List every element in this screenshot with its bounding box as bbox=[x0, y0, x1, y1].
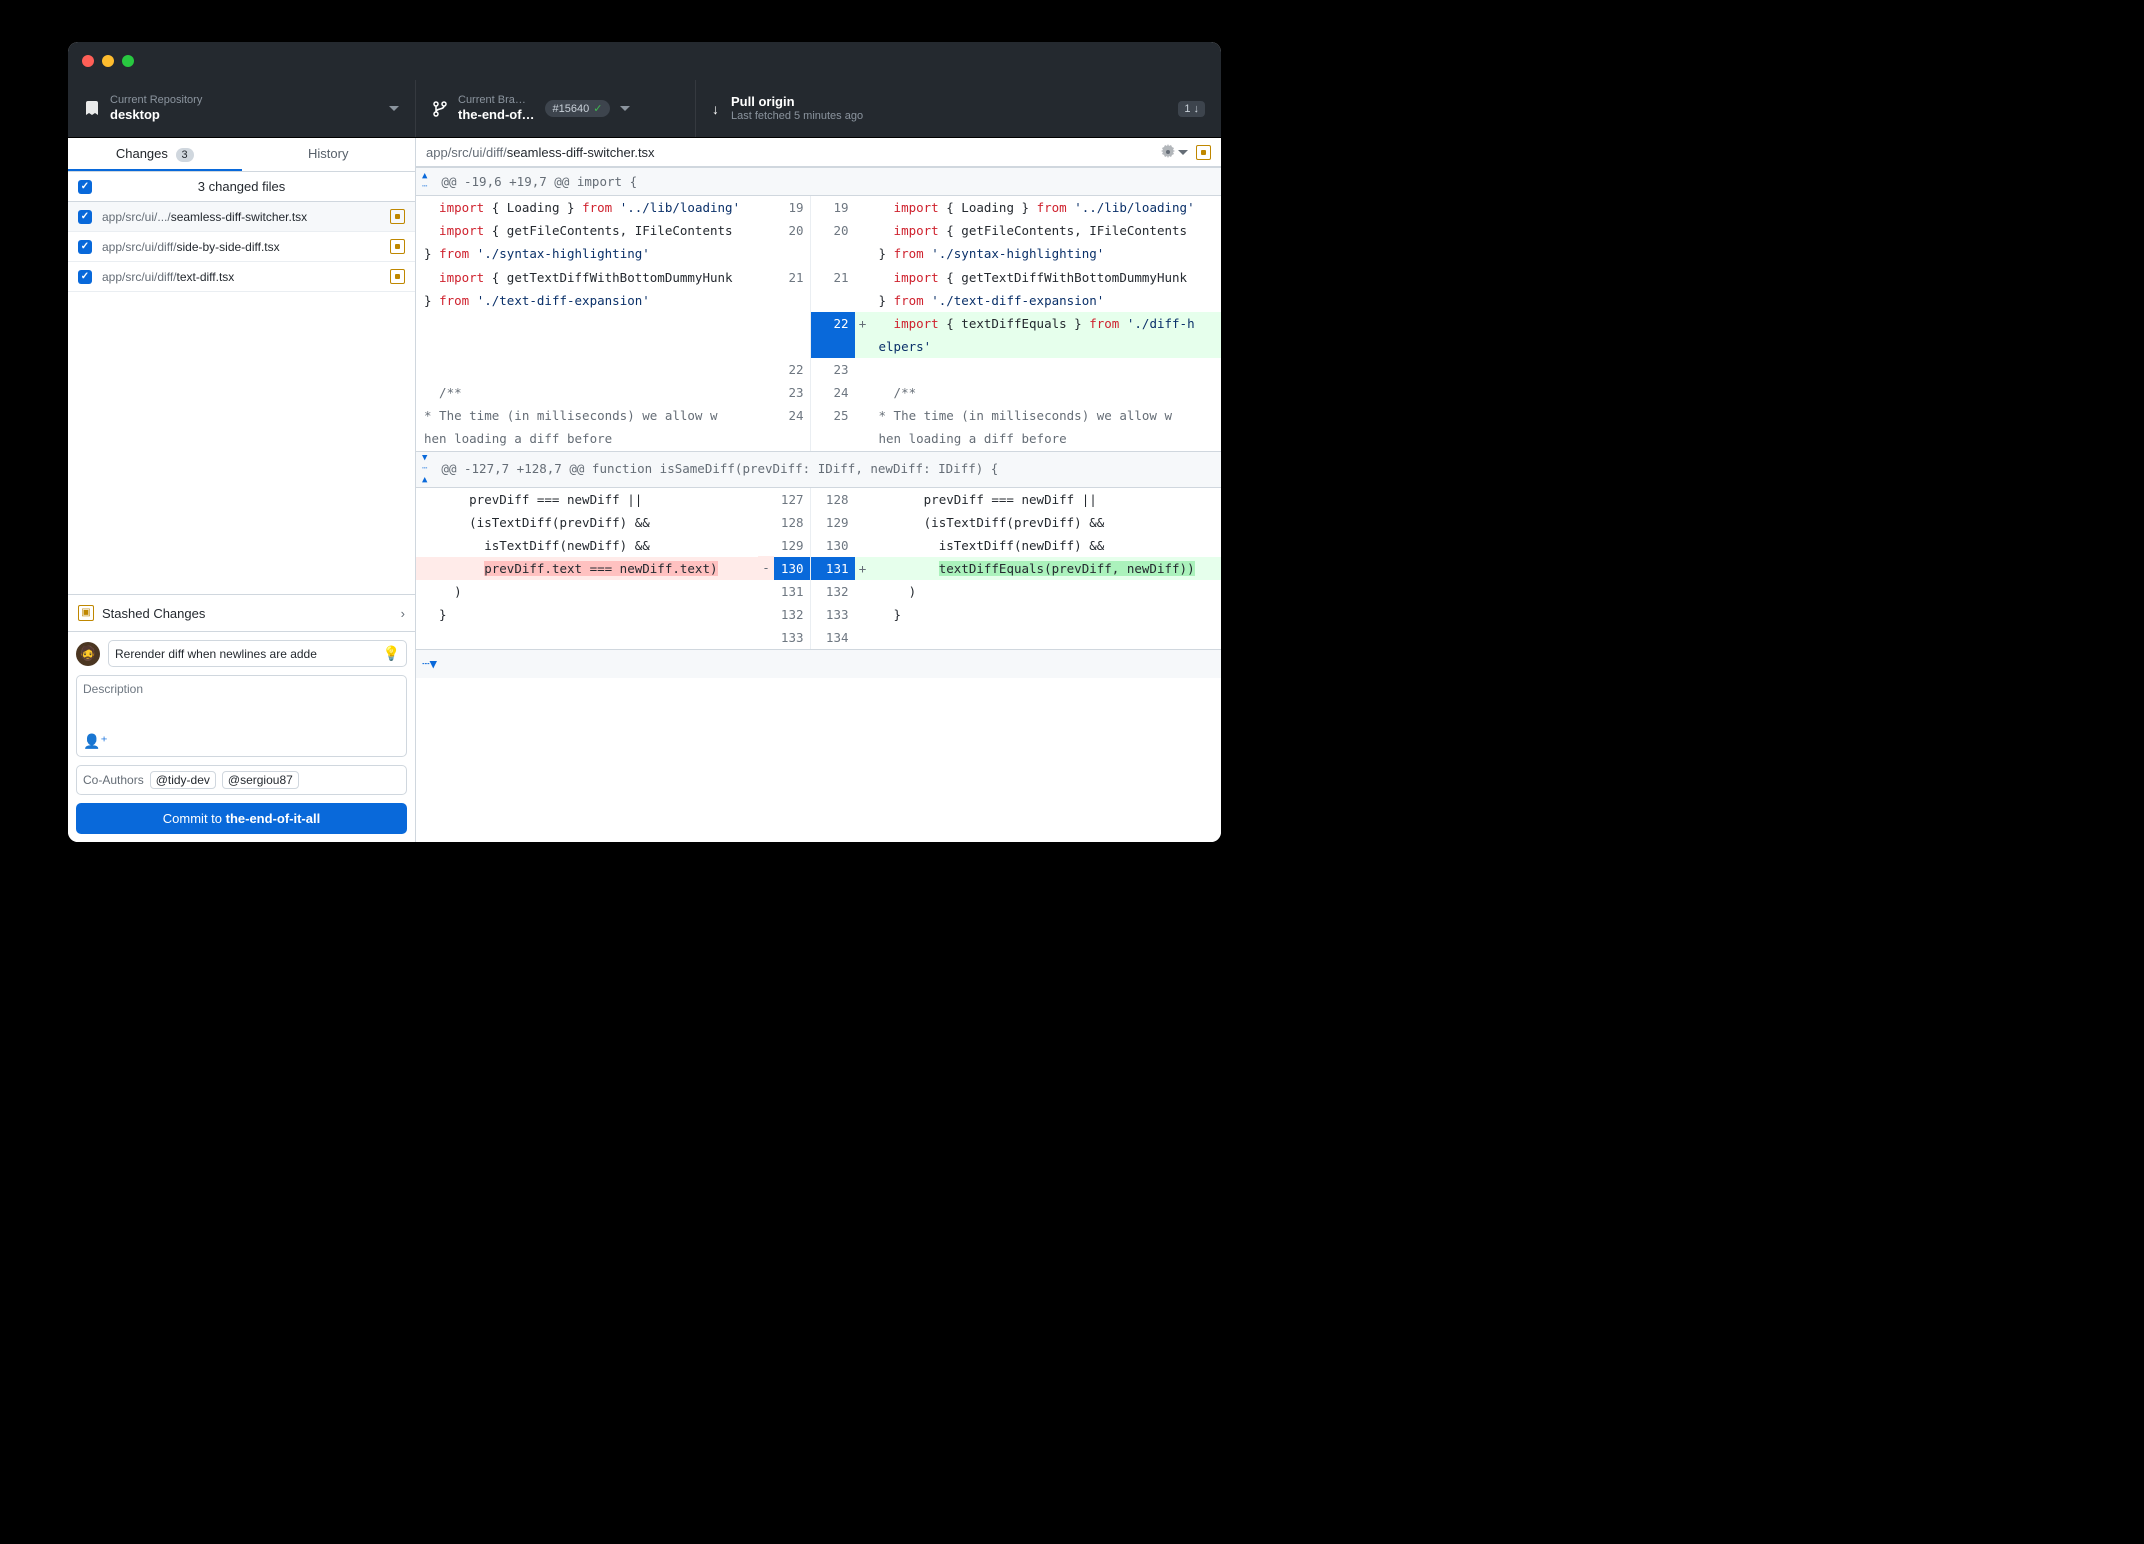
file-checkbox[interactable] bbox=[78, 210, 92, 224]
coauthors-field[interactable]: Co-Authors @tidy-dev @sergiou87 bbox=[76, 765, 407, 795]
pull-label: Pull origin bbox=[731, 94, 863, 110]
pull-origin-button[interactable]: ↓ Pull origin Last fetched 5 minutes ago… bbox=[696, 80, 1221, 137]
file-checkbox[interactable] bbox=[78, 270, 92, 284]
expand-down-icon: ┄▼ bbox=[422, 652, 437, 675]
file-checkbox[interactable] bbox=[78, 240, 92, 254]
repo-label: Current Repository bbox=[110, 94, 202, 107]
tab-changes[interactable]: Changes 3 bbox=[68, 138, 242, 171]
toolbar: Current Repository desktop Current Bra… … bbox=[68, 80, 1221, 138]
tab-history[interactable]: History bbox=[242, 138, 416, 171]
pr-badge[interactable]: #15640 ✓ bbox=[545, 100, 611, 117]
diff-settings-button[interactable] bbox=[1160, 144, 1188, 160]
chevron-down-icon bbox=[1178, 150, 1188, 155]
branch-name: the-end-of… bbox=[458, 107, 535, 123]
coauthor-pill[interactable]: @tidy-dev bbox=[150, 771, 216, 789]
added-line: 22+ import { textDiffEquals } from './di… bbox=[416, 312, 1221, 358]
files-summary: 3 changed files bbox=[68, 172, 415, 202]
files-summary-text: 3 changed files bbox=[198, 179, 285, 194]
check-icon: ✓ bbox=[593, 102, 602, 115]
changes-count: 3 bbox=[176, 148, 194, 162]
pull-sub: Last fetched 5 minutes ago bbox=[731, 110, 863, 123]
file-item[interactable]: app/src/ui/diff/text-diff.tsx bbox=[68, 262, 415, 292]
modified-icon bbox=[390, 239, 405, 254]
window-titlebar bbox=[68, 42, 1221, 80]
hunk-header: ▼┄▲ @@ -127,7 +128,7 @@ function isSameD… bbox=[416, 451, 1221, 488]
stash-label: Stashed Changes bbox=[102, 606, 205, 621]
expand-up-icon[interactable]: ▲┄ bbox=[422, 172, 427, 192]
hunk-header: ▲┄ @@ -19,6 +19,7 @@ import { bbox=[416, 167, 1221, 196]
behind-count: 1 ↓ bbox=[1178, 101, 1205, 117]
repo-icon bbox=[84, 101, 100, 117]
repository-selector[interactable]: Current Repository desktop bbox=[68, 80, 416, 137]
file-path-bar: app/src/ui/diff/seamless-diff-switcher.t… bbox=[416, 138, 1221, 167]
stashed-changes-row[interactable]: ▣ Stashed Changes › bbox=[68, 594, 415, 632]
chevron-down-icon bbox=[620, 106, 630, 111]
avatar: 🧔 bbox=[76, 642, 100, 666]
diff-panel: app/src/ui/diff/seamless-diff-switcher.t… bbox=[416, 138, 1221, 842]
git-branch-icon bbox=[432, 101, 448, 117]
minimize-window-button[interactable] bbox=[102, 55, 114, 67]
pr-number: #15640 bbox=[553, 103, 590, 115]
download-icon: ↓ bbox=[712, 101, 719, 117]
gear-icon bbox=[1160, 144, 1176, 160]
lightbulb-icon[interactable]: 💡 bbox=[383, 645, 400, 662]
branch-selector[interactable]: Current Bra… the-end-of… #15640 ✓ bbox=[416, 80, 696, 137]
modified-icon bbox=[1196, 145, 1211, 160]
coauthor-pill[interactable]: @sergiou87 bbox=[222, 771, 299, 789]
diff-view[interactable]: ▲┄ @@ -19,6 +19,7 @@ import { import { L… bbox=[416, 167, 1221, 842]
maximize-window-button[interactable] bbox=[122, 55, 134, 67]
expand-icon[interactable]: ▼┄▲ bbox=[422, 454, 427, 485]
close-window-button[interactable] bbox=[82, 55, 94, 67]
commit-form: 🧔 Rerender diff when newlines are adde 💡… bbox=[68, 632, 415, 842]
select-all-checkbox[interactable] bbox=[78, 180, 92, 194]
sidebar-tabs: Changes 3 History bbox=[68, 138, 415, 172]
expand-down-row[interactable]: ┄▼ bbox=[416, 649, 1221, 677]
branch-label: Current Bra… bbox=[458, 94, 535, 107]
file-item[interactable]: app/src/ui/diff/side-by-side-diff.tsx bbox=[68, 232, 415, 262]
app-window: Current Repository desktop Current Bra… … bbox=[68, 42, 1221, 842]
modified-icon bbox=[390, 269, 405, 284]
stash-icon: ▣ bbox=[78, 605, 94, 621]
chevron-down-icon bbox=[389, 106, 399, 111]
commit-button[interactable]: Commit to the-end-of-it-all bbox=[76, 803, 407, 834]
file-item[interactable]: app/src/ui/.../seamless-diff-switcher.ts… bbox=[68, 202, 415, 232]
commit-summary-input[interactable]: Rerender diff when newlines are adde 💡 bbox=[108, 640, 407, 667]
commit-description-input[interactable]: Description 👤⁺ bbox=[76, 675, 407, 757]
chevron-right-icon: › bbox=[401, 606, 405, 621]
repo-name: desktop bbox=[110, 107, 202, 123]
modified-icon bbox=[390, 209, 405, 224]
file-path: app/src/ui/diff/seamless-diff-switcher.t… bbox=[426, 145, 655, 160]
add-coauthor-icon[interactable]: 👤⁺ bbox=[83, 733, 108, 750]
sidebar: Changes 3 History 3 changed files app/sr… bbox=[68, 138, 416, 842]
